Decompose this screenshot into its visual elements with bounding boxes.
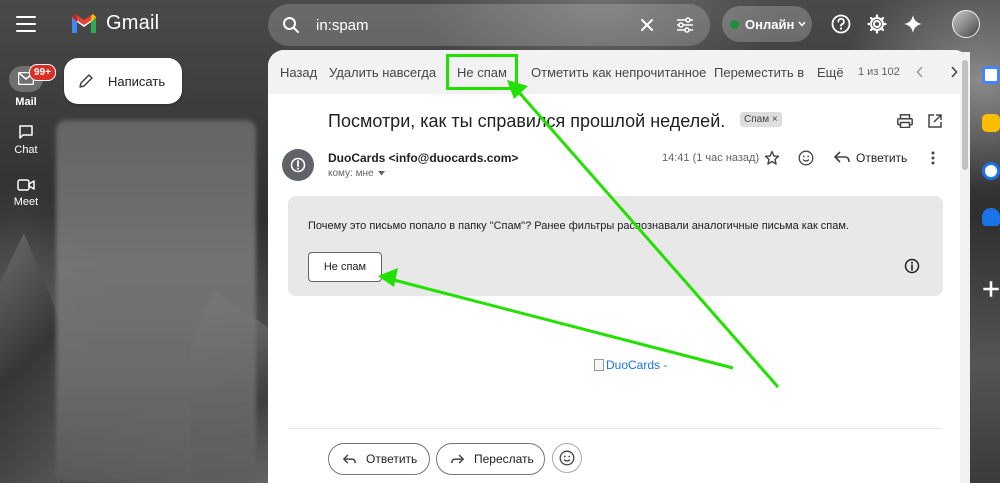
broken-image-link[interactable]: DuoCards - (594, 358, 667, 372)
compose-button[interactable]: Написать (64, 58, 182, 104)
warning-icon (290, 157, 306, 173)
print-icon[interactable] (897, 114, 913, 128)
footer-forward-button[interactable]: Переслать (436, 443, 545, 475)
star-icon[interactable] (764, 150, 780, 166)
settings-gear-icon[interactable] (867, 14, 887, 34)
emoji-reaction-icon[interactable] (798, 150, 814, 166)
divider (288, 428, 940, 429)
message-toolbar: Назад Удалить навсегда Не спам Отметить … (268, 50, 970, 94)
left-rail: 99+ Mail Chat Meet (0, 0, 56, 483)
search-icon[interactable] (282, 16, 300, 34)
reply-icon[interactable] (834, 151, 850, 164)
message-panel: Назад Удалить навсегда Не спам Отметить … (268, 50, 970, 483)
message-counter: 1 из 102 (858, 66, 900, 78)
mail-icon: 99+ (9, 64, 56, 92)
forward-icon (451, 454, 464, 464)
spam-notice: Почему это письмо попало в папку "Спам"?… (288, 196, 943, 296)
delete-forever-button[interactable]: Удалить навсегда (329, 65, 436, 80)
image-alt-text: DuoCards - (606, 358, 668, 372)
gemini-sparkle-icon[interactable] (903, 14, 923, 34)
status-selector[interactable]: Онлайн (722, 6, 812, 42)
message-time: 14:41 (1 час назад) (662, 152, 760, 164)
spam-notice-text: Почему это письмо попало в папку "Спам"?… (308, 220, 850, 232)
tasks-addon-icon[interactable] (982, 162, 1000, 180)
chip-label: Спам (744, 114, 770, 125)
pencil-icon (79, 74, 93, 88)
broken-image-icon (594, 359, 604, 371)
chat-icon (19, 125, 33, 139)
message-subject: Посмотри, как ты справился прошлой недел… (328, 111, 726, 131)
footer-forward-label: Переслать (474, 452, 534, 466)
unread-badge: 99+ (29, 64, 56, 81)
not-spam-notice-button[interactable]: Не спам (308, 252, 382, 282)
spam-label-chip[interactable]: Спам × (740, 112, 782, 127)
sender-name: DuoCards <info@duocards.com> (328, 151, 519, 165)
search-input[interactable]: in:spam (316, 17, 640, 34)
chevron-down-icon (798, 21, 806, 27)
scrollbar-thumb[interactable] (962, 60, 968, 170)
main-menu-icon[interactable] (16, 16, 36, 32)
sender-warning-avatar (282, 149, 314, 181)
back-button[interactable]: Назад (280, 65, 317, 80)
recipients-label: кому: мне (328, 168, 374, 179)
open-in-new-window-icon[interactable] (928, 114, 942, 128)
add-addon-icon[interactable] (982, 280, 1000, 298)
rail-label: Chat (14, 144, 38, 156)
next-message-icon[interactable] (950, 66, 958, 78)
info-icon[interactable] (904, 258, 920, 274)
online-status-dot (730, 19, 739, 29)
gmail-logo[interactable]: Gmail (70, 12, 159, 35)
rail-item-meet[interactable]: Meet (0, 178, 52, 208)
calendar-addon-icon[interactable] (982, 66, 1000, 84)
rail-item-mail[interactable]: 99+ Mail (0, 64, 56, 108)
help-icon[interactable] (831, 14, 851, 34)
annotation-highlight-box (446, 54, 518, 90)
recipients-toggle[interactable]: кому: мне (328, 168, 385, 179)
rail-label: Meet (13, 196, 39, 208)
rail-item-chat[interactable]: Chat (0, 124, 52, 156)
more-button[interactable]: Ещё (817, 65, 844, 80)
mark-unread-button[interactable]: Отметить как непрочитанное (531, 65, 706, 80)
clear-search-icon[interactable] (640, 18, 654, 32)
search-bar[interactable]: in:spam (268, 4, 710, 46)
footer-reply-button[interactable]: Ответить (328, 443, 430, 475)
app-name: Gmail (106, 12, 160, 34)
contacts-addon-icon[interactable] (982, 208, 1000, 226)
emoji-icon (559, 450, 575, 466)
prev-message-icon[interactable] (916, 66, 924, 78)
compose-label: Написать (108, 73, 166, 89)
footer-emoji-button[interactable] (552, 443, 582, 473)
move-to-button[interactable]: Переместить в (714, 65, 804, 80)
caret-down-icon (377, 171, 385, 176)
reply-icon (343, 454, 356, 464)
search-options-icon[interactable] (676, 17, 694, 33)
footer-reply-label: Ответить (366, 452, 418, 466)
account-avatar[interactable] (952, 10, 980, 38)
more-vert-icon[interactable] (931, 151, 935, 165)
rail-label: Mail (15, 96, 37, 108)
blurred-folder-list (56, 120, 256, 483)
keep-addon-icon[interactable] (982, 114, 1000, 132)
status-label: Онлайн (745, 16, 795, 32)
video-camera-icon (17, 179, 35, 191)
addon-rail (976, 58, 1000, 483)
gmail-m-icon (72, 13, 96, 33)
reply-button[interactable]: Ответить (856, 151, 907, 165)
